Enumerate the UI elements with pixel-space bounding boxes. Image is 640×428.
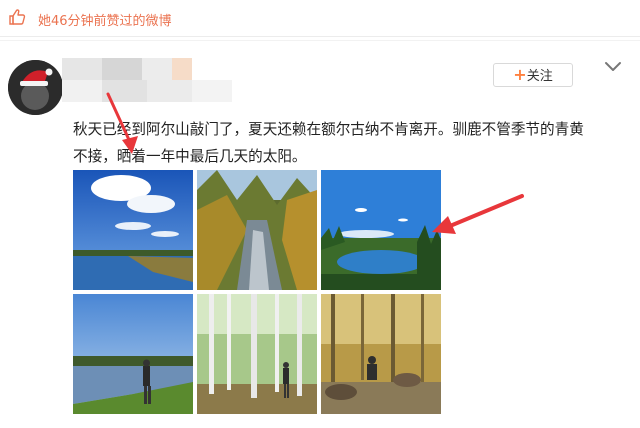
liked-notice-text: 她46分钟前赞过的微博 bbox=[38, 14, 172, 29]
chevron-down-icon[interactable] bbox=[604, 60, 622, 74]
photo-forest-stream[interactable] bbox=[197, 170, 317, 290]
photo-reindeer[interactable] bbox=[321, 294, 441, 414]
avatar[interactable] bbox=[8, 60, 63, 115]
divider bbox=[0, 40, 640, 41]
follow-button[interactable]: +关注 bbox=[493, 63, 573, 87]
username-blurred[interactable] bbox=[62, 58, 262, 102]
post-text-line: 不接，晒着一年中最后几天的太阳。 bbox=[73, 148, 307, 165]
photo-blue-lake[interactable] bbox=[321, 170, 441, 290]
post-text: 秋天已经到阿尔山敲门了，夏天还赖在额尔古纳不肯离开。驯鹿不管季节的青黄 不接，晒… bbox=[73, 116, 613, 170]
post-text-line: 秋天已经到阿尔山敲门了，夏天还赖在额尔古纳不肯离开。驯鹿不管季节的青黄 bbox=[73, 121, 584, 138]
follow-button-label: 关注 bbox=[526, 69, 553, 84]
liked-notice-bar: 她46分钟前赞过的微博 bbox=[0, 0, 640, 37]
avatar-santa-hat-image bbox=[8, 60, 63, 115]
photo-birch-forest[interactable] bbox=[197, 294, 317, 414]
plus-icon: + bbox=[513, 65, 527, 84]
photo-sky-lake[interactable] bbox=[73, 170, 193, 290]
photo-river-person[interactable] bbox=[73, 294, 193, 414]
thumbs-up-icon bbox=[9, 9, 26, 25]
